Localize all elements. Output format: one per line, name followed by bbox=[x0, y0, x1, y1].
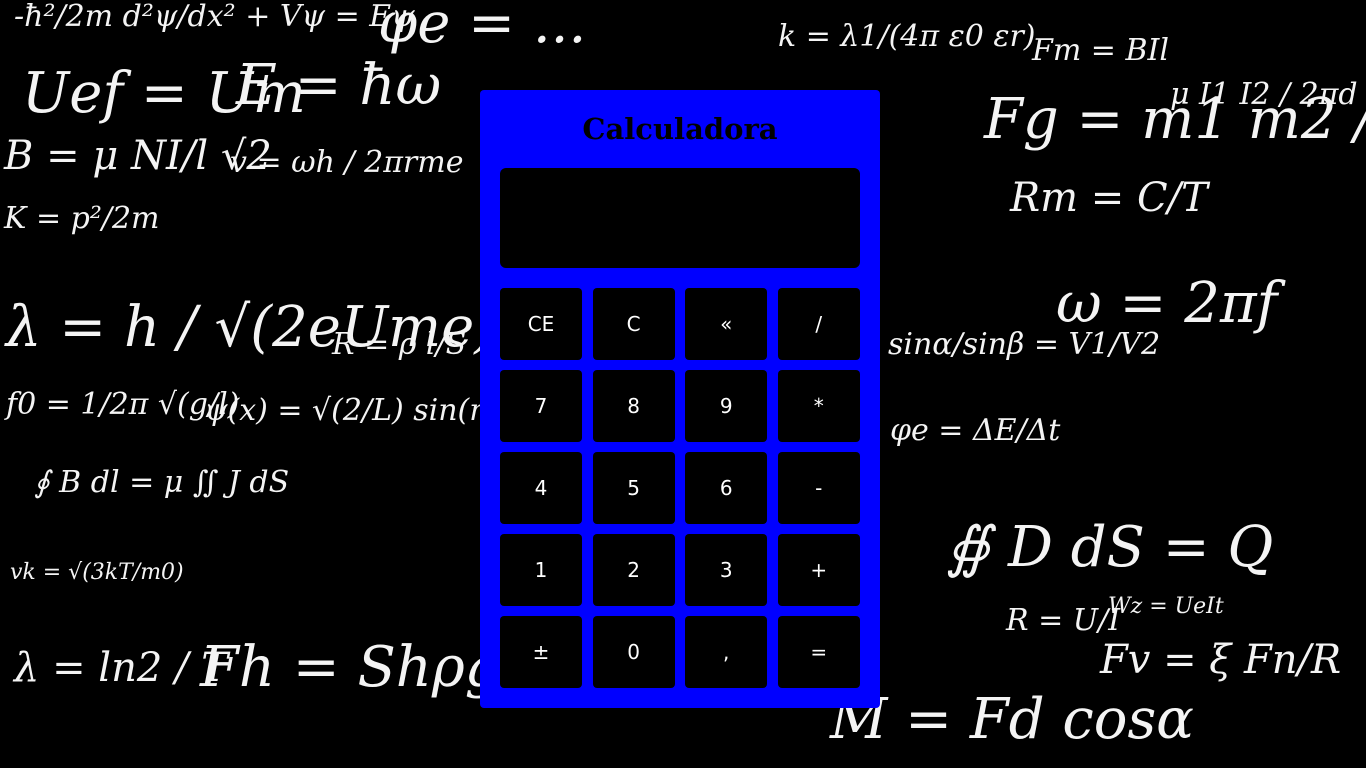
background-formula: Fh = Shρg bbox=[200, 635, 501, 700]
background-formula: R = U/I bbox=[1006, 603, 1121, 638]
digit-7-button[interactable]: 7 bbox=[500, 370, 582, 442]
background-formula: sinα/sinβ = V1/V2 bbox=[888, 327, 1161, 362]
multiply-button[interactable]: * bbox=[777, 370, 860, 442]
digit-0-button[interactable]: 0 bbox=[592, 616, 675, 688]
digit-6-button[interactable]: 6 bbox=[685, 452, 768, 524]
background-formula: Wz = UeIt bbox=[1108, 594, 1224, 619]
background-formula: v = ωh / 2πrme bbox=[230, 145, 464, 180]
background-formula: φe = ... bbox=[378, 0, 587, 56]
background-formula: Rm = C/T bbox=[1010, 175, 1208, 221]
digit-8-button[interactable]: 8 bbox=[592, 370, 675, 442]
background-formula: vk = √(3kT/m0) bbox=[10, 560, 184, 585]
digit-2-button[interactable]: 2 bbox=[592, 534, 675, 606]
digit-4-button[interactable]: 4 bbox=[500, 452, 582, 524]
digit-3-button[interactable]: 3 bbox=[685, 534, 768, 606]
calculator-title: Calculadora bbox=[582, 112, 778, 146]
digit-9-button[interactable]: 9 bbox=[685, 370, 768, 442]
divide-button[interactable]: / bbox=[777, 288, 860, 360]
background-formula: k = λ1/(4π ε0 εr) bbox=[778, 19, 1036, 54]
digit-1-button[interactable]: 1 bbox=[500, 534, 582, 606]
clear-button[interactable]: C bbox=[592, 288, 675, 360]
digit-5-button[interactable]: 5 bbox=[592, 452, 675, 524]
calculator-display bbox=[500, 168, 860, 268]
subtract-button[interactable]: - bbox=[777, 452, 860, 524]
background-formula: φe = ΔE/Δt bbox=[890, 413, 1061, 448]
equals-button[interactable]: = bbox=[777, 616, 860, 688]
decimal-button[interactable]: , bbox=[685, 616, 768, 688]
add-button[interactable]: + bbox=[777, 534, 860, 606]
background-formula: ∯ D dS = Q bbox=[946, 515, 1274, 580]
schrodinger-formula: -ħ²/2m d²ψ/dx² + Vψ = Eψ bbox=[14, 0, 415, 34]
background-formula: λ = ln2 / T bbox=[14, 645, 228, 691]
background-formula: R = ρ l/S bbox=[332, 327, 467, 362]
background-formula: K = p²/2m bbox=[4, 201, 160, 236]
clear-entry-button[interactable]: CE bbox=[500, 288, 582, 360]
backspace-button[interactable]: « bbox=[685, 288, 768, 360]
background-formula: E = ħω bbox=[236, 53, 442, 118]
background-formula: M = Fd cosα bbox=[830, 687, 1194, 752]
background-formula: Fm = BIl bbox=[1032, 33, 1169, 68]
keypad: CE C «/ 7 8 9 * 4 5 6- 1 2 3 + ±0, = bbox=[500, 288, 860, 688]
background-formula: ∮ B dl = μ ∬ J dS bbox=[34, 465, 290, 500]
calculator-panel: Calculadora CE C «/ 7 8 9 * 4 5 6- 1 2 3 + ±0, = bbox=[480, 90, 880, 708]
negate-button[interactable]: ± bbox=[500, 616, 582, 688]
background-formula: Fv = ξ Fn/R bbox=[1100, 637, 1342, 683]
background-formula: ω = 2πf bbox=[1056, 271, 1278, 336]
background-formula: Fg = m1 m2 / r² bbox=[984, 87, 1366, 152]
